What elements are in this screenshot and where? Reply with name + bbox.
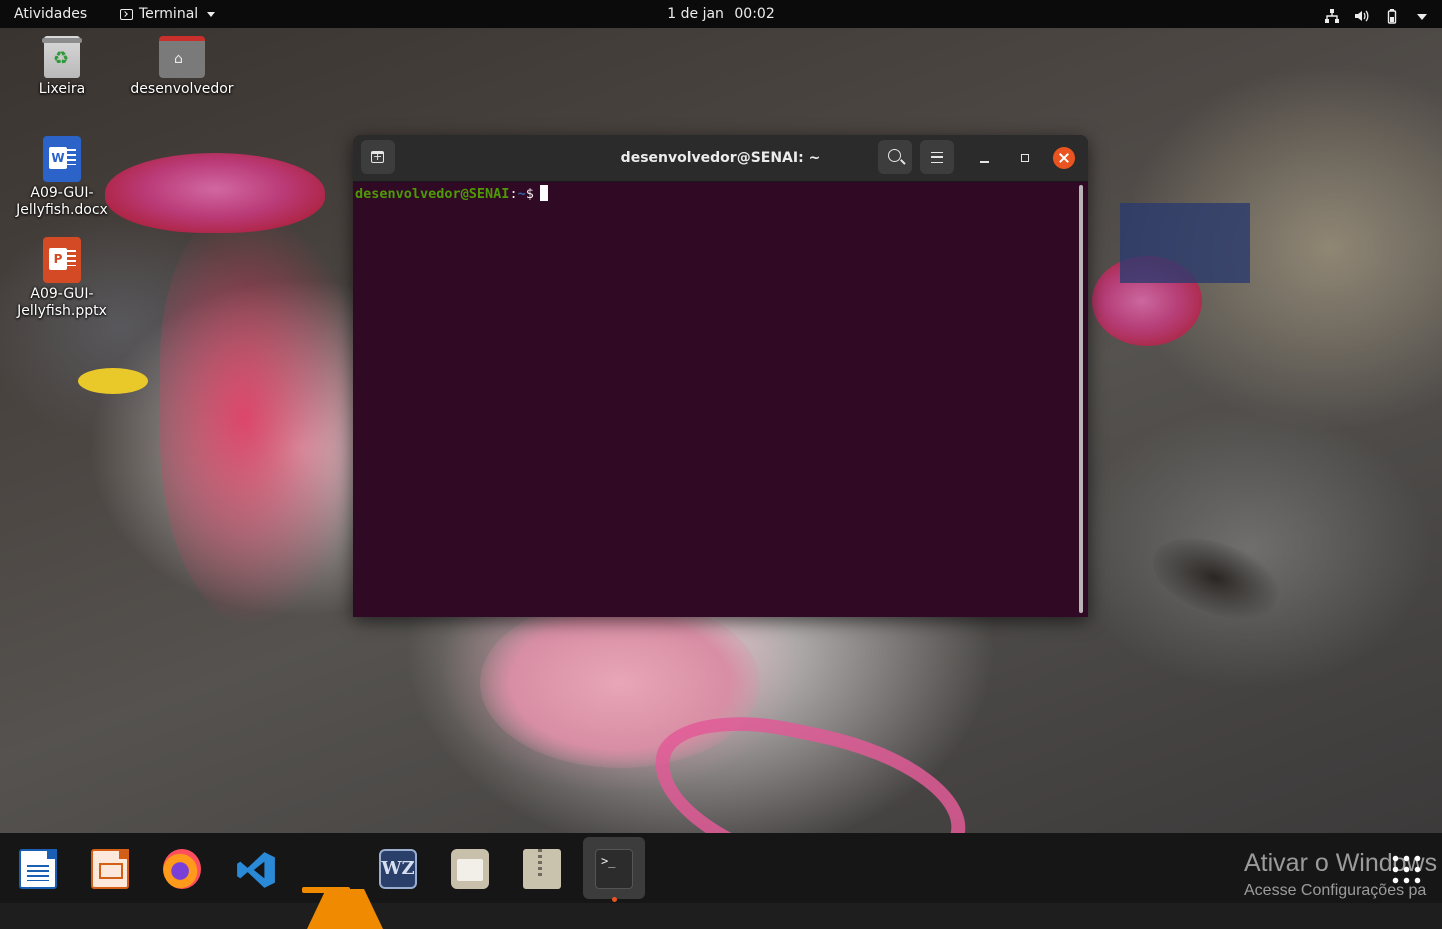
system-tray[interactable] bbox=[1324, 0, 1430, 28]
impress-icon bbox=[91, 849, 129, 889]
clock-time: 00:02 bbox=[734, 6, 775, 22]
writer-icon bbox=[19, 849, 57, 889]
dock-item-vlc[interactable] bbox=[295, 837, 383, 929]
desktop-icon-label: desenvolvedor bbox=[130, 81, 234, 97]
dock-item-terminal[interactable]: >_ bbox=[583, 837, 645, 902]
network-icon[interactable] bbox=[1324, 6, 1340, 23]
desktop-icon-pptx[interactable]: P A09-GUI- Jellyfish.pptx bbox=[2, 237, 122, 320]
files-icon bbox=[451, 849, 489, 889]
terminal-headerbar[interactable]: desenvolvedor@SENAI: ~ bbox=[353, 135, 1088, 182]
desktop-icon-home-folder[interactable]: ⌂ desenvolvedor bbox=[122, 36, 242, 98]
dock-item-impress[interactable] bbox=[79, 837, 141, 899]
archive-icon bbox=[523, 849, 561, 889]
close-button[interactable] bbox=[1053, 147, 1075, 169]
show-apps-grid-icon[interactable] bbox=[1390, 853, 1424, 887]
prompt-user-host: desenvolvedor@SENAI bbox=[355, 186, 510, 202]
terminal-window[interactable]: desenvolvedor@SENAI: ~ desenvolvedor@SEN… bbox=[353, 135, 1088, 617]
prompt-symbol: $ bbox=[525, 186, 534, 202]
terminal-scrollbar[interactable] bbox=[1079, 185, 1083, 613]
prompt-path: ~ bbox=[517, 186, 526, 202]
dock-item-firefox[interactable] bbox=[151, 837, 213, 899]
prompt-separator: : bbox=[509, 186, 518, 202]
minimize-button[interactable] bbox=[974, 147, 996, 169]
trash-icon: ♻ bbox=[42, 36, 82, 78]
search-button[interactable] bbox=[878, 140, 912, 174]
desktop-icon-label-line2: Jellyfish.docx bbox=[16, 202, 108, 218]
desktop-icon-docx[interactable]: W A09-GUI- Jellyfish.docx bbox=[2, 136, 122, 219]
maximize-button[interactable] bbox=[1014, 147, 1036, 169]
battery-icon[interactable] bbox=[1384, 6, 1400, 24]
desktop-icon-label-line1: A09-GUI- bbox=[30, 185, 94, 201]
clock-date: 1 de jan bbox=[667, 6, 724, 22]
hamburger-menu-button[interactable] bbox=[920, 140, 954, 174]
terminal-icon: >_ bbox=[595, 849, 633, 889]
desktop-icon-label: Lixeira bbox=[38, 81, 86, 97]
text-cursor bbox=[539, 185, 548, 201]
dock-item-archive-manager[interactable] bbox=[511, 837, 573, 899]
top-bar: Atividades Terminal 1 de jan 00:02 bbox=[0, 0, 1442, 28]
dock-item-writer[interactable] bbox=[7, 837, 69, 899]
desktop-icon-label-line1: A09-GUI- bbox=[30, 286, 94, 302]
dock-item-warzone[interactable]: WZ bbox=[367, 837, 429, 899]
powerpoint-document-icon: P bbox=[43, 237, 81, 283]
word-document-icon: W bbox=[43, 136, 81, 182]
volume-icon[interactable] bbox=[1354, 6, 1370, 22]
dock-item-files[interactable] bbox=[439, 837, 501, 899]
firefox-icon bbox=[163, 849, 201, 889]
desktop-icon-trash[interactable]: ♻ Lixeira bbox=[2, 36, 122, 98]
dock: WZ >_ bbox=[0, 833, 1442, 929]
desktop-icon-label-line2: Jellyfish.pptx bbox=[17, 303, 107, 319]
system-menu-chevron-icon[interactable] bbox=[1414, 6, 1430, 22]
wz-icon: WZ bbox=[379, 849, 417, 889]
shell-prompt: desenvolvedor@SENAI:~$ bbox=[355, 185, 548, 202]
running-indicator bbox=[612, 897, 617, 902]
vscode-icon bbox=[235, 849, 275, 889]
clock[interactable]: 1 de jan 00:02 bbox=[0, 0, 1442, 28]
home-folder-icon: ⌂ bbox=[159, 36, 205, 78]
terminal-content[interactable]: desenvolvedor@SENAI:~$ bbox=[353, 181, 1088, 617]
dock-item-vscode[interactable] bbox=[223, 837, 285, 899]
